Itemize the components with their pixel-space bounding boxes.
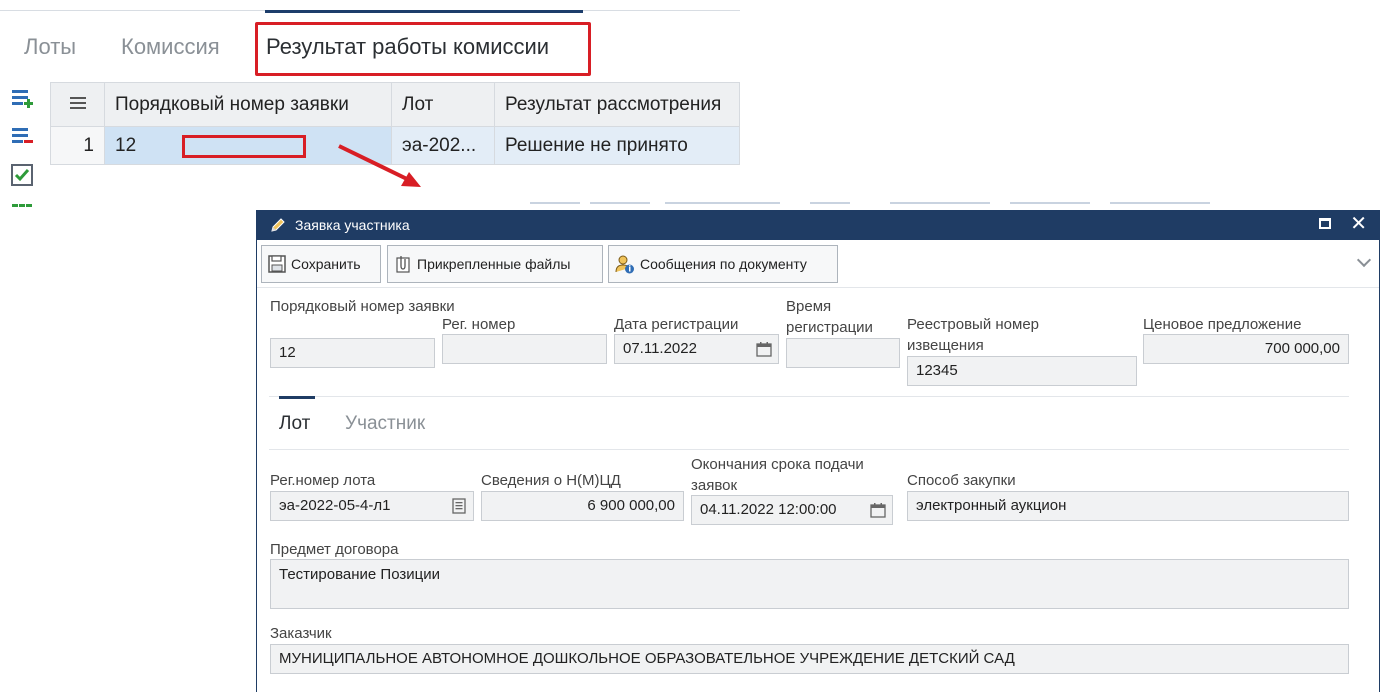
- reg-date-label: Дата регистрации: [614, 316, 739, 333]
- active-tab-indicator: [265, 10, 583, 13]
- subtab-indicator: [279, 396, 315, 399]
- save-icon: [268, 255, 286, 273]
- tab-commission[interactable]: Комиссия: [121, 34, 220, 60]
- pointer-arrow: [338, 144, 421, 187]
- price-offer-field[interactable]: 700 000,00: [1143, 334, 1349, 364]
- add-row-icon[interactable]: [8, 86, 36, 112]
- reg-date-field[interactable]: 07.11.2022: [614, 334, 779, 364]
- lot-number-field[interactable]: эа-2022-05-4-л1: [270, 491, 474, 521]
- document-messages-button[interactable]: Сообщения по документу: [608, 245, 838, 283]
- contract-subject-label: Предмет договора: [270, 541, 399, 558]
- highlight-frame-tab: [255, 22, 591, 76]
- delete-row-icon[interactable]: [8, 124, 36, 150]
- price-offer-label: Ценовое предложение: [1143, 316, 1302, 333]
- dialog-title: Заявка участника: [295, 217, 410, 233]
- column-menu-icon[interactable]: [50, 82, 105, 127]
- tab-participant[interactable]: Участник: [345, 413, 425, 435]
- pencil-icon: [271, 218, 285, 232]
- user-info-icon: [615, 255, 634, 274]
- tab-lots[interactable]: Лоты: [24, 34, 76, 60]
- application-no-label: Порядковый номер заявки: [270, 298, 455, 315]
- tab-lot[interactable]: Лот: [279, 413, 310, 435]
- document-messages-label: Сообщения по документу: [640, 256, 807, 272]
- reg-time-label: Время регистрации: [786, 298, 873, 336]
- check-icon[interactable]: [8, 162, 36, 188]
- notice-no-field[interactable]: 12345: [907, 356, 1137, 386]
- more-tools-indicator: [12, 204, 32, 208]
- reg-time-field[interactable]: [786, 338, 900, 368]
- deadline-field[interactable]: 04.11.2022 12:00:00: [691, 495, 893, 525]
- reg-number-label: Рег. номер: [442, 316, 516, 333]
- column-header-result[interactable]: Результат рассмотрения: [494, 82, 740, 127]
- dialog-subtabs: Лот Участник: [269, 396, 1349, 450]
- application-no-field[interactable]: 12: [270, 338, 435, 368]
- reg-date-value: 07.11.2022: [623, 340, 697, 357]
- customer-field[interactable]: МУНИЦИПАЛЬНОЕ АВТОНОМНОЕ ДОШКОЛЬНОЕ ОБРА…: [270, 644, 1349, 674]
- row-number: 1: [50, 126, 105, 165]
- nmcd-label: Сведения о Н(М)ЦД: [481, 472, 621, 489]
- chevron-down-icon[interactable]: [1356, 252, 1372, 268]
- dialog-titlebar: Заявка участника ✕: [257, 210, 1379, 240]
- procurement-method-field[interactable]: электронный аукцион: [907, 491, 1349, 521]
- attached-files-label: Прикрепленные файлы: [417, 256, 571, 272]
- column-header-lot[interactable]: Лот: [391, 82, 495, 127]
- customer-label: Заказчик: [270, 625, 332, 642]
- deadline-label: Окончания срока подачи заявок: [691, 456, 864, 494]
- attached-files-button[interactable]: Прикрепленные файлы: [387, 245, 603, 283]
- dialog-toolbar: Сохранить Прикрепленные файлы Сообщения …: [257, 240, 1379, 288]
- calendar-icon[interactable]: [870, 502, 886, 518]
- save-button[interactable]: Сохранить: [261, 245, 381, 283]
- attachment-icon: [396, 256, 410, 273]
- reg-number-field[interactable]: [442, 334, 607, 364]
- column-header-application-no[interactable]: Порядковый номер заявки: [104, 82, 392, 127]
- close-icon[interactable]: ✕: [1350, 213, 1367, 235]
- calendar-icon[interactable]: [756, 341, 772, 357]
- cell-result[interactable]: Решение не принято: [494, 126, 740, 165]
- background-faded-text: [530, 202, 1210, 204]
- maximize-icon[interactable]: [1319, 218, 1331, 229]
- deadline-value: 04.11.2022 12:00:00: [700, 501, 837, 518]
- procurement-method-label: Способ закупки: [907, 472, 1016, 489]
- save-label: Сохранить: [291, 256, 361, 272]
- lot-number-value: эа-2022-05-4-л1: [279, 497, 391, 514]
- notice-no-label: Реестровый номер извещения: [907, 316, 1040, 354]
- nmcd-field[interactable]: 6 900 000,00: [481, 491, 684, 521]
- contract-subject-field[interactable]: Тестирование Позиции: [270, 559, 1349, 609]
- lookup-list-icon[interactable]: [451, 498, 467, 514]
- lot-number-label: Рег.номер лота: [270, 472, 376, 489]
- participant-application-dialog: Заявка участника ✕ Сохранить Прикрепленн…: [256, 210, 1380, 692]
- highlight-frame-cell: [182, 135, 306, 158]
